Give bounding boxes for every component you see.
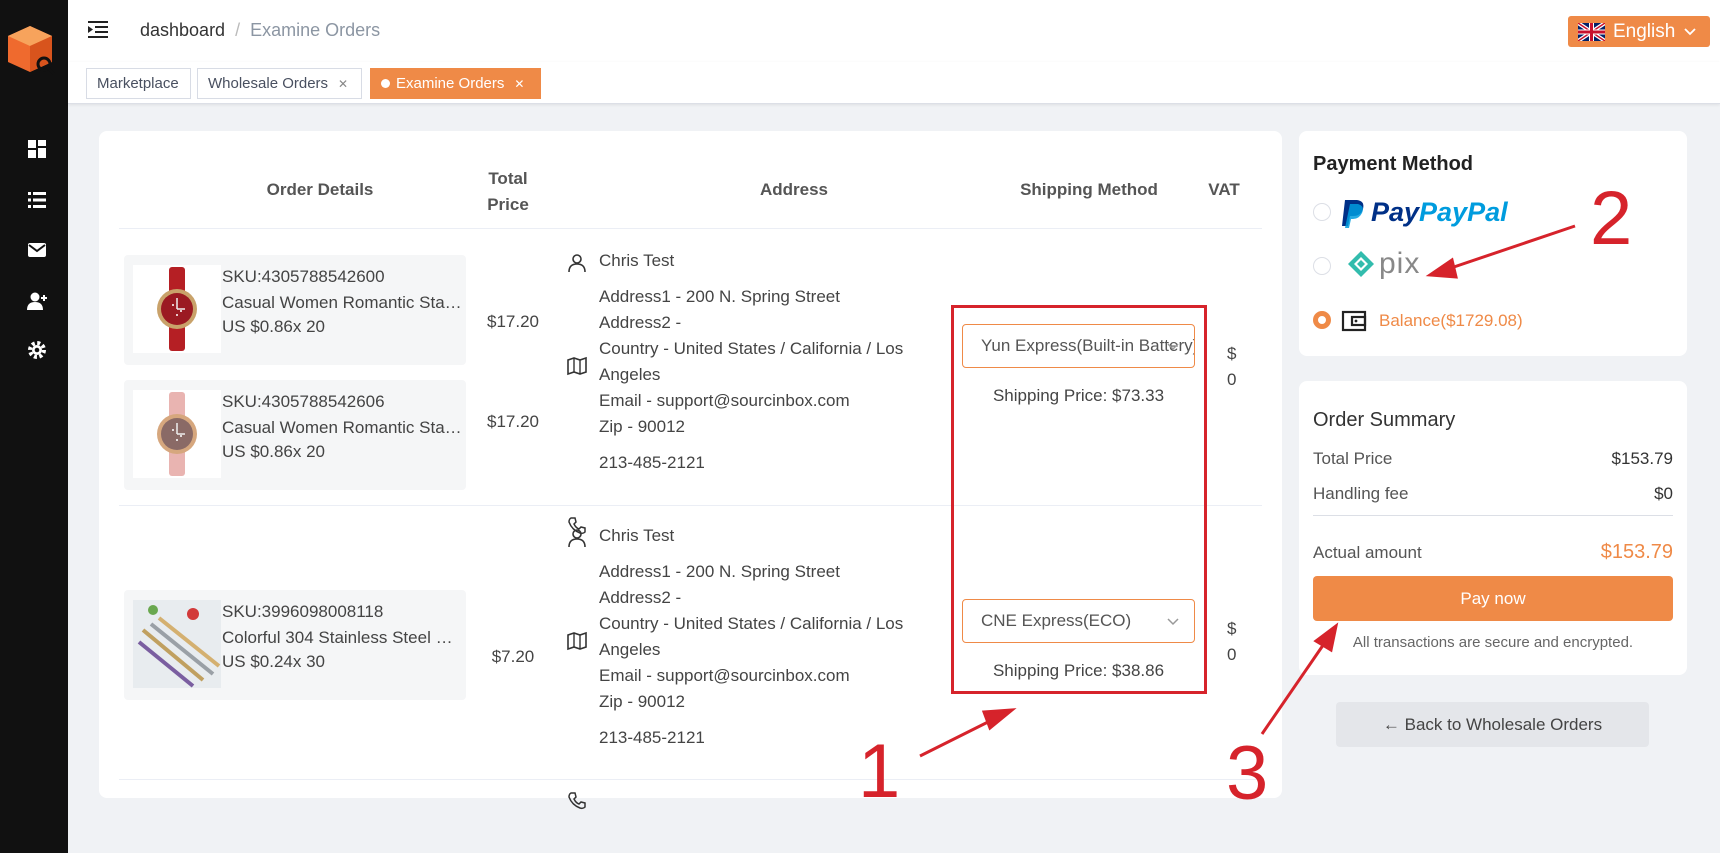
annotation-arrows <box>919 224 1576 758</box>
annotation-arrow-3 <box>1260 637 1330 735</box>
annotation-arrow-2-head <box>1425 257 1458 279</box>
annotation-arrow-2 <box>1444 224 1576 272</box>
annotation-arrow-3-head <box>1313 622 1339 653</box>
annotation-arrow-1-head <box>981 708 1017 731</box>
